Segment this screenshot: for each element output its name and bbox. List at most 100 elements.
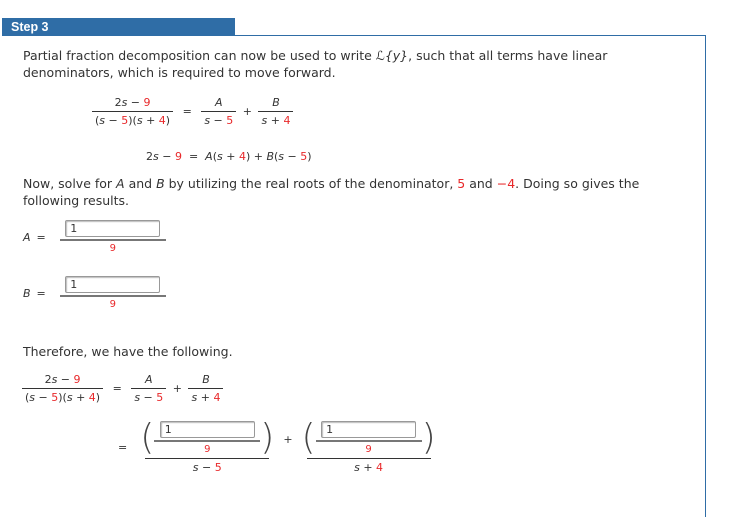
plus-sign: + [283, 432, 293, 446]
b-inner-fraction: 19 [315, 421, 422, 455]
math-token: B [272, 96, 280, 109]
step-header: Step 3 [2, 18, 235, 36]
denominator: s − 5 [145, 458, 270, 474]
final-equation: = (1 9) s − 5 + (1 9) s + 4 [118, 420, 439, 475]
left-paren: ( [140, 417, 155, 458]
math-token: A [215, 96, 223, 109]
math-token: + [142, 114, 159, 127]
left-paren: ( [301, 417, 316, 458]
final-a-input[interactable]: 1 [159, 421, 255, 438]
text: by utilizing the real roots of the denom… [164, 176, 458, 191]
a-fraction: As − 5 [201, 96, 237, 127]
math-constant: 4 [88, 391, 96, 404]
math-token: + [359, 461, 377, 474]
math-constant: 4 [238, 150, 246, 163]
equals-sign: = [112, 381, 122, 395]
math-constant: 9 [174, 150, 182, 163]
a-fraction: As − 5 [131, 373, 167, 404]
b-denominator: 9 [59, 295, 166, 310]
math-token: ) [165, 114, 171, 127]
numerator: B [269, 96, 283, 111]
equals-sign: = [182, 104, 192, 118]
math-token: = [181, 150, 206, 163]
b-numerator-input[interactable]: 1 [65, 276, 161, 293]
right-paren: ) [421, 417, 436, 458]
numerator: A [142, 373, 156, 388]
right-paren: ) [260, 417, 275, 458]
a-answer-row: A = 19 [23, 220, 166, 254]
restated-equation: 2s − 9 (s − 5)(s + 4) = As − 5 + Bs + 4 [22, 373, 224, 404]
denominator: s + 4 [258, 111, 294, 127]
math-token: A [145, 373, 153, 386]
denominator: s − 5 [201, 111, 237, 127]
a-denominator: 9 [59, 239, 166, 254]
denominator: s − 5 [131, 388, 167, 404]
math-constant: 5 [214, 461, 222, 474]
b-fraction: Bs + 4 [258, 96, 294, 127]
text: and [465, 176, 497, 191]
math-constant: 4 [213, 391, 221, 404]
a-numerator-input[interactable]: 1 [65, 220, 161, 237]
math-constant: 5 [156, 391, 164, 404]
math-token: ) [95, 391, 101, 404]
var: A [116, 176, 125, 191]
math-token: + [72, 391, 89, 404]
denominator: s + 4 [188, 388, 224, 404]
math-constant: 4 [283, 114, 291, 127]
b-label: B [23, 286, 31, 300]
root-value: −4 [496, 176, 516, 191]
math-constant: 9 [143, 96, 151, 109]
math-token: − [284, 150, 301, 163]
denominator: (s − 5)(s + 4) [22, 388, 104, 404]
math-constant: 4 [376, 461, 384, 474]
math-token: ) + [245, 150, 267, 163]
numerator: 2s − 9 [42, 373, 84, 388]
math-constant: 9 [73, 373, 81, 386]
math-token: − [210, 114, 227, 127]
panel-border [705, 35, 706, 517]
numerator: A [212, 96, 226, 111]
numerator: (1 9) [299, 420, 439, 458]
laplace-symbol: ℒ{y} [375, 48, 409, 63]
lhs-fraction: 2s − 9 (s − 5)(s + 4) [92, 96, 174, 127]
math-token: B [202, 373, 210, 386]
numerator: B [199, 373, 213, 388]
math-constant: 4 [158, 114, 166, 127]
math-token: − [198, 461, 215, 474]
math-token: − [140, 391, 157, 404]
final-b-input[interactable]: 1 [321, 421, 417, 438]
final-a-fraction: (1 9) s − 5 [137, 420, 277, 475]
math-token: − [35, 391, 52, 404]
math-token: − [127, 96, 144, 109]
denominator: s + 4 [306, 458, 431, 474]
numerator: (1 9) [137, 420, 277, 458]
math-token: )( [128, 114, 137, 127]
equals-sign: = [118, 440, 128, 454]
b-fraction: Bs + 4 [188, 373, 224, 404]
a-answer-fraction: 19 [59, 220, 166, 254]
b-denominator: 9 [315, 440, 422, 455]
math-token: − [105, 114, 122, 127]
lhs-fraction: 2s − 9 (s − 5)(s + 4) [22, 373, 104, 404]
decomposition-equation: 2s − 9 (s − 5)(s + 4) = As − 5 + Bs + 4 [92, 96, 294, 127]
math-token: + [197, 391, 214, 404]
denominator: (s − 5)(s + 4) [92, 111, 174, 127]
plus-sign: + [242, 104, 252, 118]
text: and [124, 176, 157, 191]
math-token: − [57, 373, 74, 386]
math-token: 2 [114, 96, 122, 109]
therefore-text: Therefore, we have the following. [23, 344, 233, 359]
math-token: − [158, 150, 175, 163]
math-token: B [266, 150, 274, 163]
b-answer-row: B = 1 9 [23, 276, 166, 310]
text: Now, solve for [23, 176, 117, 191]
math-token: 2 [44, 373, 52, 386]
a-inner-fraction: 19 [154, 421, 261, 455]
solve-text: Now, solve for A and B by utilizing the … [23, 175, 683, 209]
numerator: 2s − 9 [112, 96, 154, 111]
intro-text: Partial fraction decomposition can now b… [23, 47, 683, 81]
numerator-equation: 2s − 9 = A(s + 4) + B(s − 5) [146, 150, 312, 163]
math-token: 2 [146, 150, 153, 163]
header-divider [235, 35, 706, 36]
equals-sign: = [36, 286, 46, 300]
